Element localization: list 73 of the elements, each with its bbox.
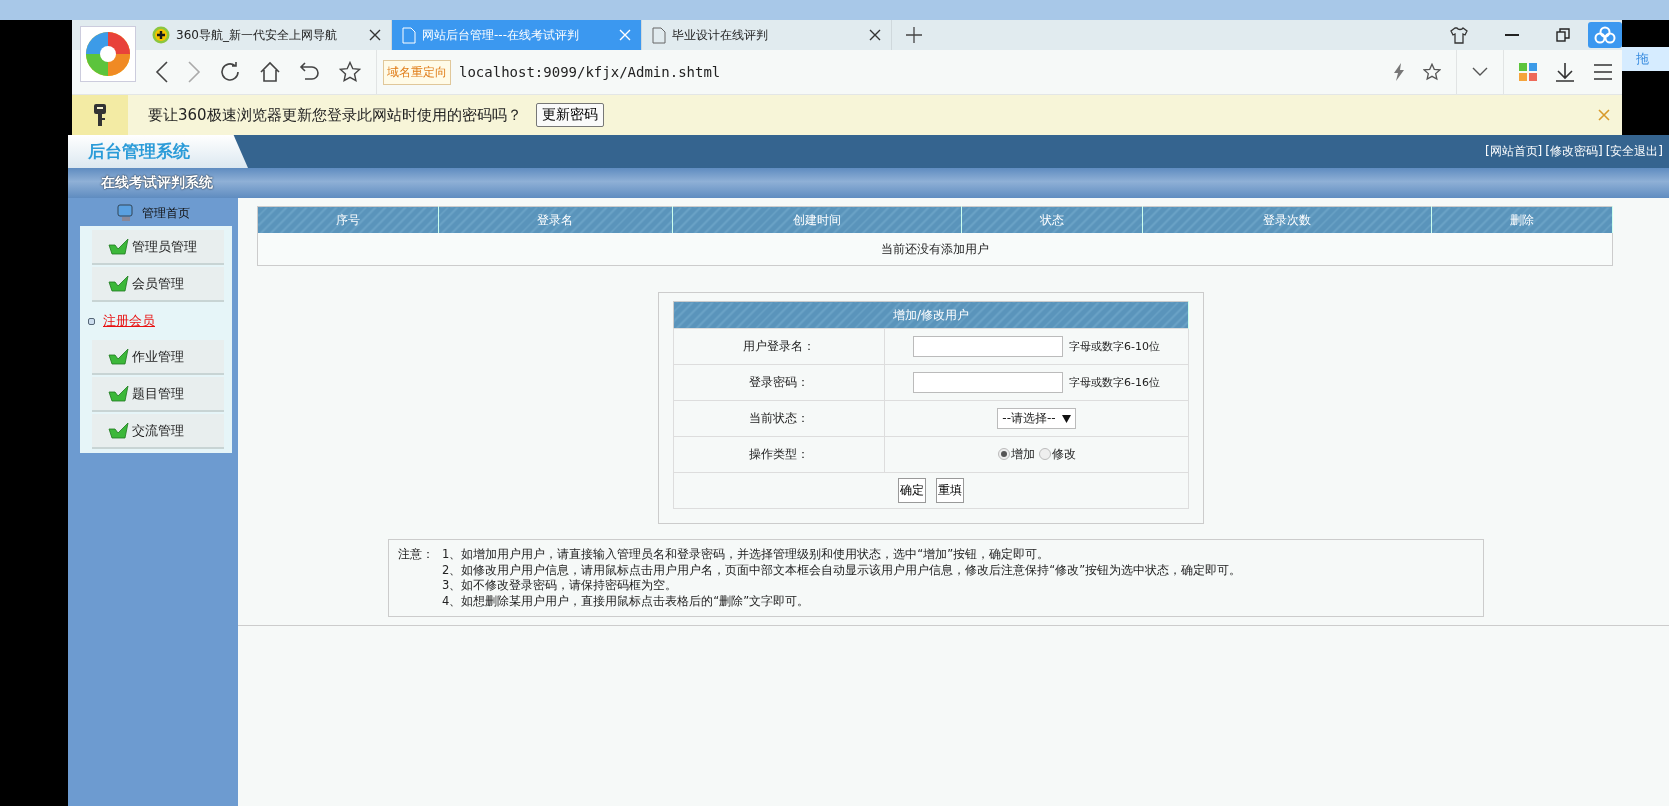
tab-title: 毕业设计在线评判 [672,26,769,44]
home-icon[interactable] [259,61,281,83]
menu-item[interactable]: 交流管理 [92,414,224,449]
new-tab-icon[interactable] [906,27,922,43]
header-link[interactable]: [修改密码] [1545,143,1603,160]
column-header: 序号 [257,206,439,233]
star-icon[interactable] [339,61,361,83]
menu-icon[interactable] [1593,64,1613,80]
radio-option[interactable]: 修改 [1038,445,1076,463]
column-header: 登录次数 [1142,206,1432,233]
column-header: 删除 [1431,206,1613,233]
status-select[interactable]: --请选择-- [997,408,1076,429]
header-link[interactable]: [网站首页] [1484,143,1543,160]
computer-icon [116,203,136,223]
tab-title: 360导航_新一代安全上网导航 [176,26,338,44]
note-text: 3、如不修改登录密码，请保持密码框为空。 [442,578,678,594]
admin-home-link[interactable]: 管理首页 [142,204,190,222]
caret-icon [1061,414,1071,423]
lightning-icon[interactable] [1393,63,1405,81]
browser-logo[interactable] [80,26,136,82]
form-button[interactable]: 重填 [936,478,964,503]
form-button[interactable]: 确定 [898,478,926,503]
menu-item[interactable]: 作业管理 [92,340,224,375]
site-logo: 后台管理系统 [88,140,190,163]
input-field[interactable] [913,372,1063,393]
note-text: 1、如增加用户用户，请直接输入管理员名和登录密码，并选择管理级别和使用状态，选中“增加”按钮，确定即可。 [442,547,1050,563]
star-icon[interactable] [1423,63,1441,81]
menu-item[interactable]: 题目管理 [92,377,224,412]
bullet-icon [88,317,95,325]
undo-icon[interactable] [299,61,321,83]
register-member-link[interactable]: 注册会员 [103,312,155,330]
column-header: 创建时间 [672,206,962,233]
field-label: 当前状态： [749,411,809,425]
browser-logo-icon [85,31,131,77]
key-icon [93,103,107,127]
empty-message: 当前还没有添加用户 [257,233,1613,266]
radio-option[interactable]: 增加 [997,445,1035,463]
note-text: 4、如想删除某用户用户，直接用鼠标点击表格后的“删除”文字即可。 [442,593,810,609]
tab-title: 网站后台管理---在线考试评判 [422,26,580,44]
plus-badge-icon [152,26,170,44]
column-header: 登录名 [438,206,673,233]
input-field[interactable] [913,336,1063,357]
browser-tab[interactable]: 360导航_新一代安全上网导航 [142,20,392,50]
note-label: 注意： [398,547,434,561]
url-field[interactable]: localhost:9099/kfjx/Admin.shtml [459,64,721,80]
apps-icon[interactable] [1519,63,1537,81]
browser-tab[interactable]: 毕业设计在线评判 [642,20,892,50]
note-text: 2、如修改用户用户信息，请用鼠标点击用户用户名，页面中部文本框会自动显示该用户用户信息，修改后注意保持“修改”按钮为选中状态，确定即可。 [442,562,1242,578]
close-icon[interactable] [869,29,881,41]
menu-item[interactable]: 管理员管理 [92,230,224,265]
download-icon[interactable] [1555,62,1575,82]
field-label: 用户登录名： [743,339,815,353]
back-icon[interactable] [155,61,169,83]
cloud-icon [1594,26,1616,44]
form-title: 增加/修改用户 [673,301,1189,329]
chevron-down-icon[interactable] [1472,67,1488,77]
cloud-button[interactable] [1588,22,1622,48]
system-title: 在线考试评判系统 [101,174,213,192]
password-prompt: 要让360极速浏览器更新您登录此网站时使用的密码吗？ [148,105,522,125]
field-label: 操作类型： [749,447,809,461]
field-hint: 字母或数字6-16位 [1069,376,1160,389]
menu-item[interactable]: 会员管理 [92,267,224,302]
field-hint: 字母或数字6-10位 [1069,340,1160,353]
page-icon [402,26,416,44]
update-password-button[interactable]: 更新密码 [535,103,604,127]
page-icon [652,26,666,44]
field-label: 登录密码： [749,375,809,389]
shirt-icon[interactable] [1450,26,1468,44]
column-header: 状态 [961,206,1143,233]
reload-icon[interactable] [219,61,241,83]
close-icon[interactable] [369,29,381,41]
header-link[interactable]: [安全退出] [1605,143,1663,160]
restore-icon[interactable] [1556,28,1570,42]
